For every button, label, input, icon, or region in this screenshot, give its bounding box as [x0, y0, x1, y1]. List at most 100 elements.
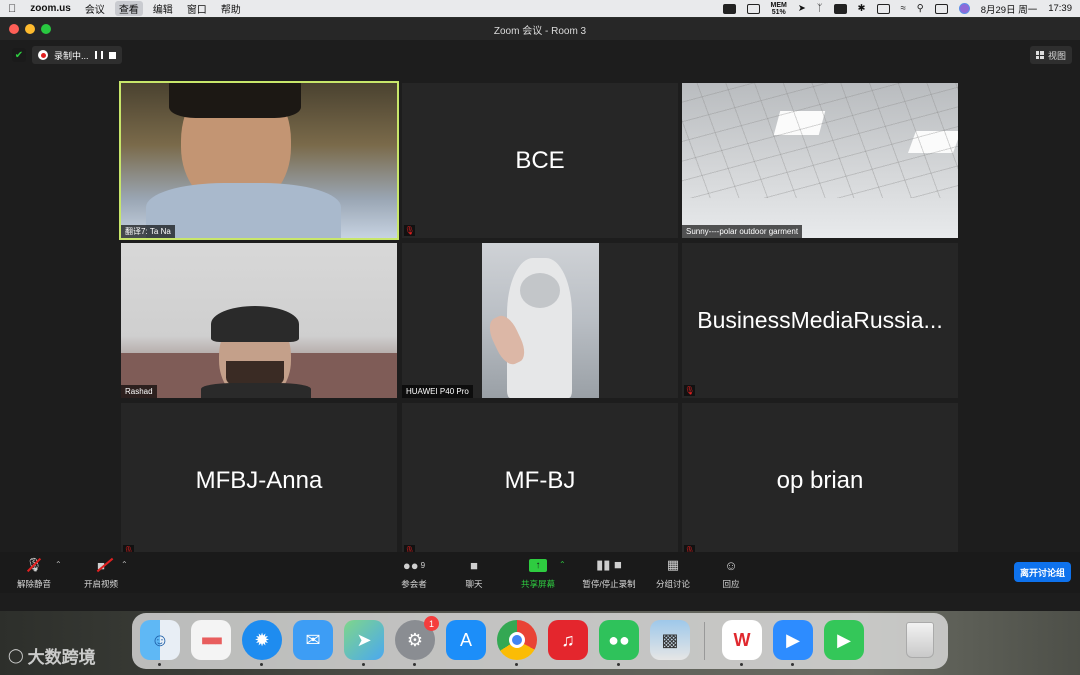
pause-recording-icon[interactable]	[94, 51, 103, 59]
wps-office-icon[interactable]: W	[722, 620, 762, 660]
window-controls	[9, 24, 51, 34]
mail-icon[interactable]: ✉	[293, 620, 333, 660]
menu-item-help[interactable]: 帮助	[221, 1, 241, 16]
participant-tile-businessmediarussia[interactable]: BusinessMediaRussia... 🎙	[682, 243, 958, 398]
video-off-icon: ■	[96, 556, 114, 574]
wifi-icon[interactable]: ≈	[901, 3, 906, 14]
breakout-grid-icon: ▦	[666, 557, 680, 572]
siri-icon[interactable]	[958, 3, 970, 14]
watermark-text: 大数跨境	[27, 648, 96, 667]
participant-display-name: MF-BJ	[504, 466, 576, 494]
wechat-icon[interactable]: ●●	[599, 620, 639, 660]
participant-tile-tana[interactable]: 翻译7: Ta Na	[119, 81, 399, 240]
search-icon[interactable]: ⚲	[917, 3, 924, 14]
participants-label: 参会者	[401, 579, 427, 589]
launchpad-icon[interactable]: ■■■	[191, 620, 231, 660]
participant-tile-mf-bj[interactable]: MF-BJ 🎙	[402, 403, 678, 558]
watermark: ◯ 大数跨境	[8, 643, 96, 668]
participant-display-name: MFBJ-Anna	[195, 466, 323, 494]
participant-tile-op-brian[interactable]: op brian 🎙	[682, 403, 958, 558]
shield-icon[interactable]: ✔	[12, 48, 26, 62]
meeting-toolbar: 🎙 解除静音 ⌃ ■ 开启视频 ⌃ ●●9 参会者 ■ 聊天 ↑ 共享屏幕 ⌃ …	[0, 552, 1080, 593]
bluetooth-icon[interactable]: ✱	[858, 3, 866, 14]
trash-icon[interactable]	[900, 620, 940, 660]
close-window-button[interactable]	[9, 24, 19, 34]
menu-app-name[interactable]: zoom.us	[30, 3, 71, 14]
participant-display-name: BCE	[515, 146, 565, 174]
participant-tile-rashad[interactable]: Rashad	[121, 243, 397, 398]
preview-icon[interactable]: ▩	[650, 620, 690, 660]
participant-name: 翻译7: Ta Na	[121, 225, 175, 238]
participant-name: Sunny----polar outdoor garment	[682, 225, 803, 238]
zoom-window: Zoom 会议 - Room 3 ✔ 录制中... 视图 翻译7: Ta Na …	[0, 18, 1080, 611]
pause-stop-icon: ▮▮ ■	[596, 557, 622, 572]
title-bar: Zoom 会议 - Room 3	[0, 18, 1080, 40]
participant-name: Rashad	[121, 385, 157, 398]
pause-stop-recording-button[interactable]: ▮▮ ■ 暂停/停止录制	[573, 556, 645, 590]
reactions-button[interactable]: ☺ 回应	[701, 556, 761, 590]
chrome-icon[interactable]	[497, 620, 537, 660]
zoom-icon[interactable]: ▶	[773, 620, 813, 660]
chat-button[interactable]: ■ 聊天	[444, 556, 504, 590]
minimize-window-button[interactable]	[25, 24, 35, 34]
dock: ☺ ■■■ ✹ ✉ ➤ ⚙ 1 A ♫ ●● ▩ W ▶ ▶	[132, 613, 948, 669]
grid-icon	[1035, 51, 1044, 59]
audio-options-chevron-icon[interactable]: ⌃	[55, 560, 62, 569]
finder-icon[interactable]: ☺	[140, 620, 180, 660]
participant-display-name: BusinessMediaRussia...	[697, 307, 943, 333]
battery-icon[interactable]	[876, 3, 890, 14]
pause-stop-label: 暂停/停止录制	[582, 579, 636, 589]
muted-mic-icon: 🎙	[684, 385, 695, 396]
apple-icon[interactable]: 	[8, 3, 16, 15]
muted-mic-icon: 🎙	[404, 225, 415, 236]
menu-item-window[interactable]: 窗口	[187, 1, 207, 16]
zoom-status-icon[interactable]	[722, 3, 736, 14]
stop-recording-icon[interactable]	[108, 51, 116, 59]
record-icon	[38, 50, 48, 60]
menu-item-edit[interactable]: 编辑	[153, 1, 173, 16]
participant-tile-sunny[interactable]: Sunny----polar outdoor garment	[682, 83, 958, 238]
send-icon[interactable]: ➤	[798, 3, 806, 14]
control-center-icon[interactable]	[934, 3, 948, 14]
text-input-icon[interactable]	[833, 3, 847, 14]
video-options-chevron-icon[interactable]: ⌃	[121, 560, 128, 569]
participants-count: 9	[420, 560, 426, 570]
chat-label: 聊天	[465, 579, 483, 589]
unmute-label: 解除静音	[16, 579, 51, 589]
recording-label: 录制中...	[54, 50, 89, 61]
facetime-icon[interactable]: ▶	[824, 620, 864, 660]
safari-icon[interactable]: ✹	[242, 620, 282, 660]
breakout-label: 分组讨论	[655, 579, 690, 589]
leave-breakout-room-button[interactable]: 离开讨论组	[1013, 562, 1071, 582]
dock-separator	[704, 622, 705, 660]
fullscreen-window-button[interactable]	[41, 24, 51, 34]
start-video-label: 开启视频	[83, 579, 118, 589]
memory-indicator[interactable]: MEM 51%	[771, 2, 787, 16]
view-label: 视图	[1047, 50, 1066, 61]
view-button[interactable]: 视图	[1029, 46, 1072, 64]
menu-bar:  zoom.us 会议 查看 编辑 窗口 帮助 MEM51% ➤ ᛉ ✱ ≈ …	[0, 0, 1080, 17]
participant-tile-huawei[interactable]: HUAWEI P40 Pro	[402, 243, 678, 398]
share-screen-label: 共享屏幕	[520, 579, 555, 589]
participant-tile-mfbj-anna[interactable]: MFBJ-Anna 🎙	[121, 403, 397, 558]
notification-badge: 1	[424, 616, 439, 631]
watermark-logo-icon: ◯	[8, 647, 24, 663]
system-preferences-icon[interactable]: ⚙ 1	[395, 616, 439, 660]
participant-tile-bce[interactable]: BCE 🎙	[402, 83, 678, 238]
wps-status-icon[interactable]	[746, 3, 760, 14]
menu-item-view[interactable]: 查看	[114, 1, 143, 16]
time-text[interactable]: 17:39	[1048, 3, 1072, 14]
netease-music-icon[interactable]: ♫	[548, 620, 588, 660]
reactions-label: 回应	[722, 579, 740, 589]
date-text[interactable]: 8月29日 周一	[981, 2, 1038, 16]
fork-icon[interactable]: ᛉ	[817, 3, 823, 14]
smiley-plus-icon: ☺	[724, 557, 738, 573]
maps-icon[interactable]: ➤	[344, 620, 384, 660]
menu-item-meeting[interactable]: 会议	[85, 1, 105, 16]
participants-button[interactable]: ●● 9 参会者	[384, 556, 444, 590]
recording-bar: ✔ 录制中...	[12, 46, 122, 64]
breakout-rooms-button[interactable]: ▦ 分组讨论	[643, 556, 703, 590]
app-store-icon[interactable]: A	[446, 620, 486, 660]
share-options-chevron-icon[interactable]: ⌃	[559, 560, 566, 569]
participants-icon: ●● 9	[402, 557, 426, 573]
